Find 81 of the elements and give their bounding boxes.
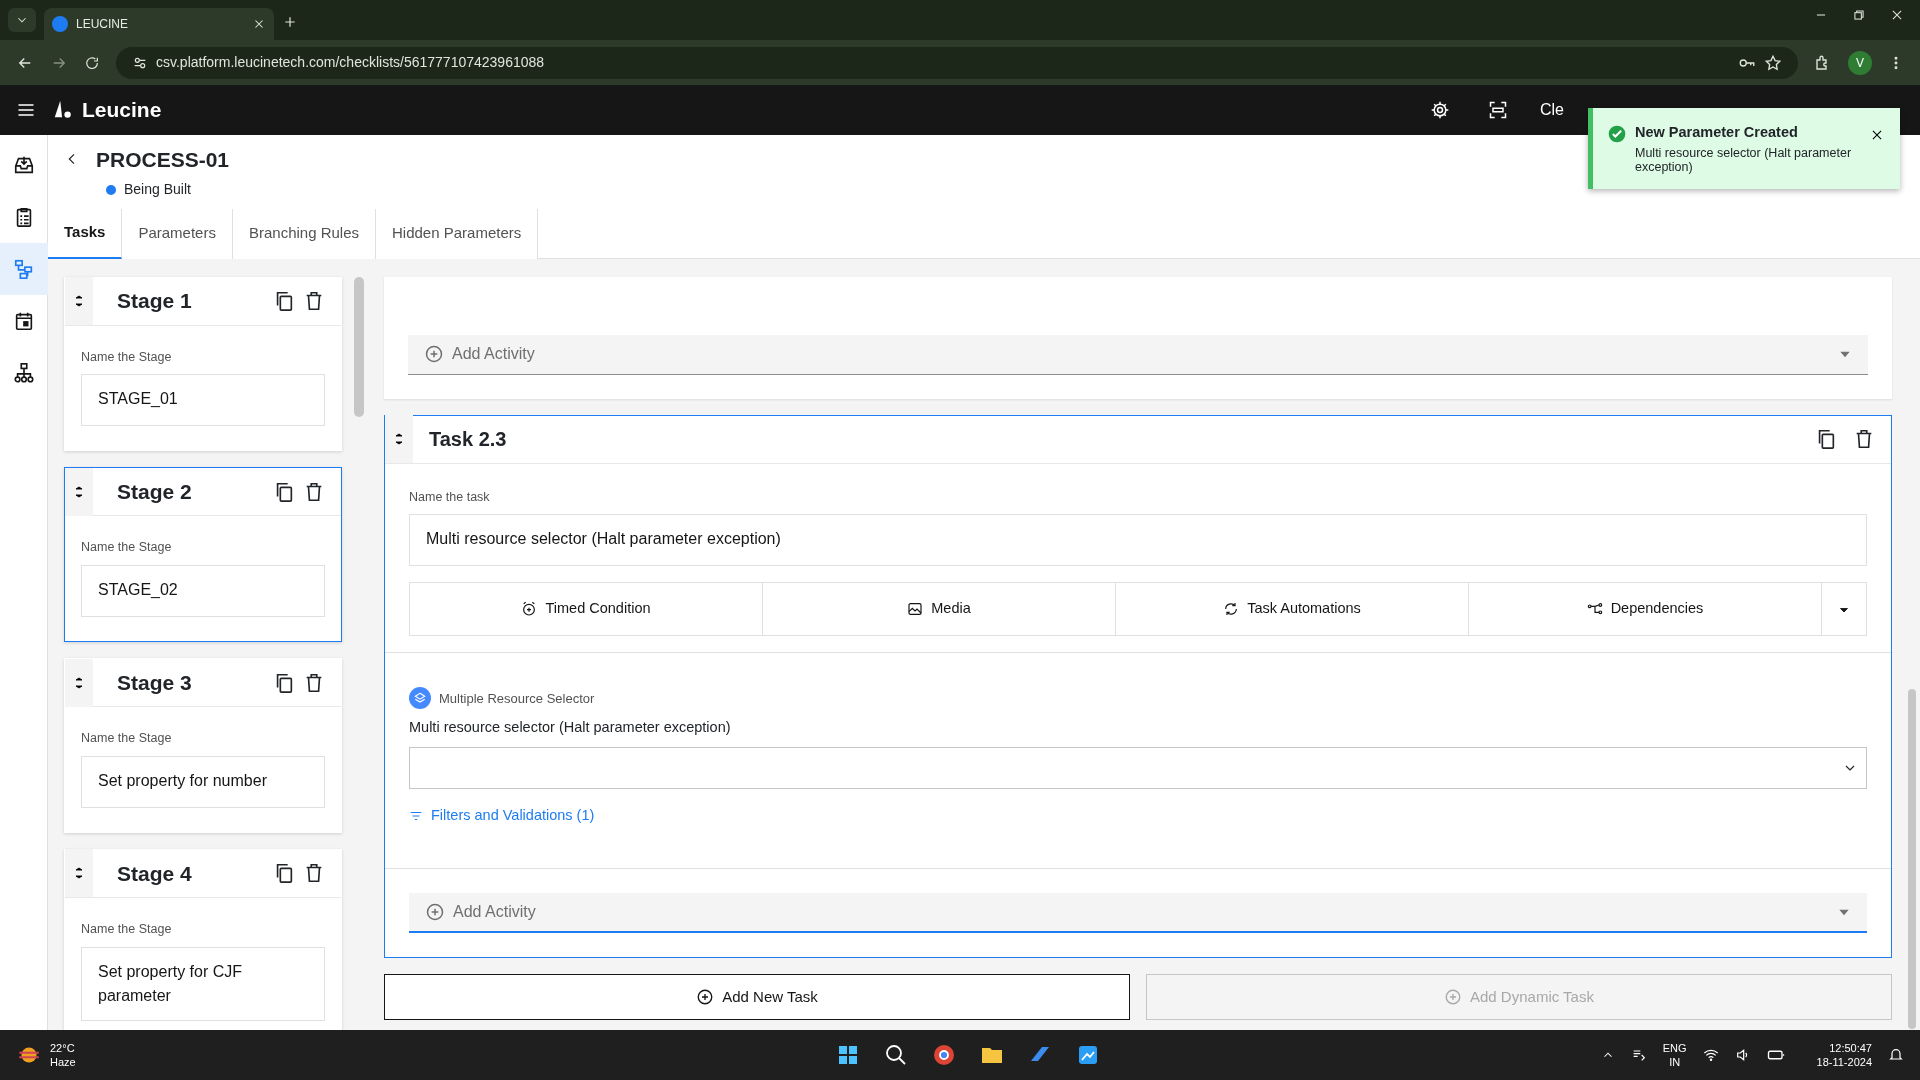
inbox-icon [13, 154, 35, 176]
tab-title: LEUCINE [76, 16, 129, 33]
flowchart-icon [13, 258, 35, 280]
favicon-icon [52, 16, 68, 32]
stage-name-field[interactable]: STAGE_01 [81, 374, 325, 427]
stage-name-field[interactable]: Set property for number [81, 755, 325, 808]
status-text: Being Built [124, 180, 191, 199]
stage-title: Stage 3 [117, 669, 193, 696]
plus-circle-icon [696, 987, 715, 1006]
header-link[interactable]: Cle [1540, 98, 1564, 122]
stage-card[interactable]: Stage 1 Name the Stage STAGE_01 [64, 276, 342, 452]
tab[interactable]: Parameters [122, 208, 233, 259]
stage-card[interactable]: Stage 2 Name the Stage STAGE_02 [64, 467, 342, 642]
check-circle-icon [1607, 124, 1627, 144]
parameter-label: Multi resource selector (Halt parameter exception) [409, 718, 732, 738]
add-task-button[interactable]: Add New Task [384, 973, 1130, 1020]
scrollbar-thumb[interactable] [1908, 688, 1916, 1029]
task-name-field[interactable]: Multi resource selector (Halt parameter exception) [409, 514, 1867, 567]
address-bar[interactable]: csv.platform.leucinetech.com/checklists/561777107423961088 [116, 46, 1798, 79]
field-label: Name the Stage [81, 920, 173, 938]
page-title: PROCESS-01 [96, 146, 230, 173]
field-label: Name the task [409, 488, 491, 506]
add-activity-dropdown[interactable]: Add Activity [408, 334, 1868, 375]
field-label: Name the Stage [81, 539, 173, 557]
reorder-button[interactable] [65, 467, 93, 516]
app-icon [1076, 1043, 1100, 1067]
new-tab-icon [282, 14, 298, 30]
tab[interactable]: Branching Rules [232, 208, 376, 259]
plus-circle-icon [424, 344, 444, 364]
brand-name: Leucine [82, 97, 162, 124]
close-icon [1890, 8, 1904, 22]
plus-circle-icon [1444, 987, 1462, 1006]
stage-card[interactable]: Stage 4 Name the Stage Set property for CJF parameter [64, 848, 342, 1030]
plus-circle-icon [425, 901, 445, 922]
reorder-button[interactable] [385, 415, 413, 463]
language-text: ENG [1662, 1040, 1687, 1055]
profile-avatar[interactable]: V [1848, 50, 1872, 75]
refresh-icon [1223, 601, 1240, 618]
restore-icon [1852, 8, 1866, 22]
reorder-button[interactable] [65, 658, 93, 707]
tab[interactable]: Hidden Parameters [376, 208, 539, 259]
scrollbar-thumb[interactable] [354, 276, 364, 417]
task-title: Task 2.3 [429, 427, 508, 452]
stage-name-field[interactable]: Set property for CJF parameter [81, 946, 325, 1021]
temperature: 22°C [50, 1040, 76, 1055]
stage-title: Stage 1 [117, 288, 193, 315]
star-icon [1764, 53, 1782, 72]
add-activity-dropdown[interactable]: Add Activity [409, 892, 1867, 933]
layers-icon [409, 687, 431, 710]
clock-time: 12:50:47 [1828, 1040, 1872, 1055]
settings-icon [1430, 100, 1450, 120]
wifi-icon [1702, 1047, 1719, 1063]
field-label: Name the Stage [81, 730, 173, 747]
image-icon [907, 601, 924, 618]
filters-link[interactable]: Filters and Validations (1) [409, 805, 595, 827]
stage-title: Stage 2 [117, 479, 193, 505]
alarm-icon [521, 601, 538, 618]
hierarchy-icon [13, 362, 35, 384]
stage-card[interactable]: Stage 3 Name the Stage Set property for number [64, 658, 342, 833]
windows-icon [836, 1043, 860, 1067]
browser-tab[interactable]: LEUCINE [44, 8, 274, 40]
stage-title: Stage 4 [117, 860, 193, 887]
stage-name-field[interactable]: STAGE_02 [81, 565, 325, 617]
field-label: Name the Stage [81, 348, 173, 366]
reload-icon [84, 54, 100, 71]
notification-icon [1888, 1047, 1904, 1063]
reorder-button[interactable] [65, 849, 93, 898]
region-text: IN [1668, 1055, 1682, 1070]
tab-list-button[interactable] [8, 8, 36, 32]
browser-icon [932, 1043, 956, 1067]
toast-message: Multi resource selector (Halt parameter exception) [1635, 145, 1853, 175]
calendar-icon [13, 310, 35, 332]
parameter-type: Multiple Resource Selector [439, 689, 595, 708]
status-dot [106, 184, 116, 195]
search-icon [884, 1043, 908, 1067]
reorder-button[interactable] [65, 277, 93, 325]
toast-title: New Parameter Created [1635, 123, 1799, 142]
scan-icon [1488, 100, 1508, 120]
tab[interactable]: Tasks [48, 208, 123, 259]
clock-date: 18-11-2024 [1816, 1055, 1872, 1070]
weather-text: Haze [50, 1055, 76, 1070]
